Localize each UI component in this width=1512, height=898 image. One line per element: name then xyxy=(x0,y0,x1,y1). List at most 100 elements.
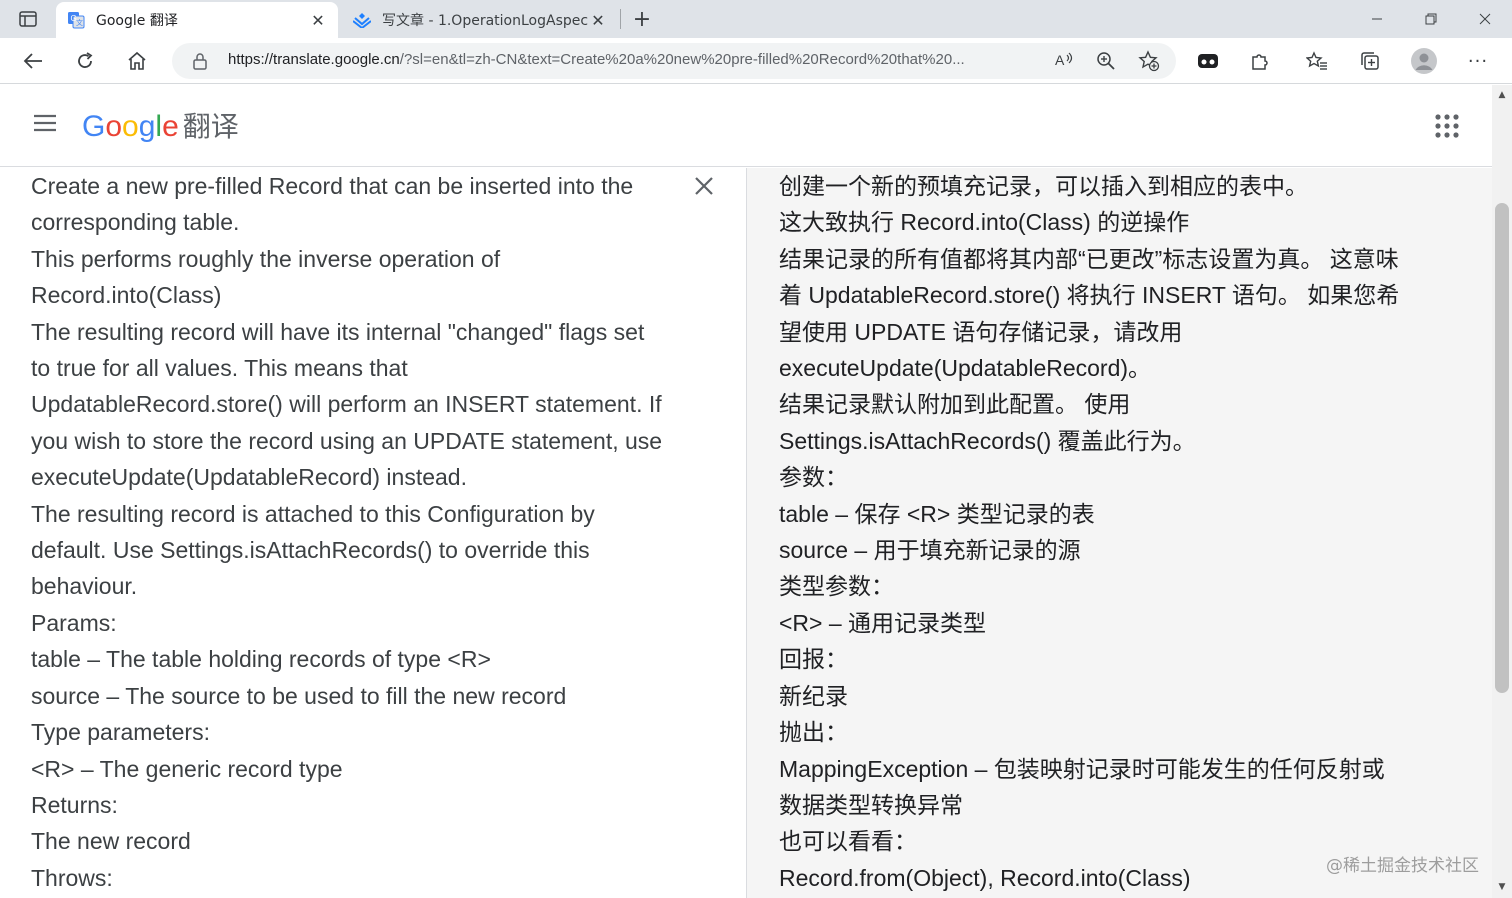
address-bar[interactable]: https://translate.google.cn/?sl=en&tl=zh… xyxy=(172,43,1176,79)
source-textarea[interactable]: Create a new pre-filled Record that can … xyxy=(31,168,681,896)
back-button[interactable] xyxy=(16,44,50,78)
profile-button[interactable] xyxy=(1407,44,1441,78)
lock-icon xyxy=(192,52,208,74)
close-icon xyxy=(1479,13,1491,25)
add-favorite-icon[interactable] xyxy=(1138,50,1160,76)
logo-letter: o xyxy=(122,110,139,143)
scroll-down-icon[interactable]: ▼ xyxy=(1492,879,1512,895)
extension-mask-icon xyxy=(1198,54,1218,68)
source-line: Params: xyxy=(31,609,117,636)
source-line: This performs roughly the inverse operat… xyxy=(31,245,501,272)
google-translate-icon: G文 xyxy=(66,10,86,30)
translation-line: 结果记录默认附加到此配置。 使用 xyxy=(779,391,1131,418)
svg-text:文: 文 xyxy=(76,18,83,27)
translation-line: 这大致执行 Record.into(Class) 的逆操作 xyxy=(779,209,1190,236)
translation-line: table – 保存 <R> 类型记录的表 xyxy=(779,500,1095,527)
restore-button[interactable] xyxy=(1404,0,1458,38)
minimize-button[interactable] xyxy=(1350,0,1404,38)
page-header: Google 翻译 xyxy=(0,85,1492,167)
watermark: @稀土掘金技术社区 xyxy=(1326,856,1479,876)
juejin-icon xyxy=(352,10,372,30)
translation-line: 参数： xyxy=(779,464,848,491)
source-line: default. Use Settings.isAttachRecords() … xyxy=(31,537,590,564)
translation-line: source – 用于填充新记录的源 xyxy=(779,537,1081,564)
url-host: https://translate.google.cn xyxy=(228,51,400,68)
tab-write-article[interactable]: 写文章 - 1.OperationLogAspect ✕ xyxy=(342,2,618,38)
logo-letter: o xyxy=(105,110,123,143)
translation-line: 抛出： xyxy=(779,719,848,746)
source-line: Create a new pre-filled Record that can … xyxy=(31,173,634,199)
close-icon xyxy=(695,177,713,195)
logo-letter: g xyxy=(138,110,156,143)
translation-line: 回报： xyxy=(779,646,848,673)
avatar xyxy=(1411,48,1437,74)
tab-strip: G文 Google 翻译 ✕ 写文章 - 1.OperationLogAspec… xyxy=(0,0,1512,38)
source-line: The new record xyxy=(31,828,191,855)
collections-button[interactable] xyxy=(1353,44,1387,78)
translation-line: 新纪录 xyxy=(779,682,848,709)
page-scrollbar[interactable]: ▲ ▼ xyxy=(1492,85,1512,898)
settings-menu-button[interactable]: ··· xyxy=(1461,44,1495,78)
scroll-up-icon[interactable]: ▲ xyxy=(1492,87,1512,103)
url-text[interactable]: https://translate.google.cn/?sl=en&tl=zh… xyxy=(228,51,1048,68)
refresh-button[interactable] xyxy=(68,44,102,78)
product-name: 翻译 xyxy=(182,111,239,142)
tab-google-translate[interactable]: G文 Google 翻译 ✕ xyxy=(56,2,338,38)
source-line: Throws: xyxy=(31,864,113,891)
extensions-button[interactable] xyxy=(1243,44,1277,78)
tab-actions-icon xyxy=(19,11,37,27)
logo-letter: l xyxy=(155,110,163,143)
close-window-button[interactable] xyxy=(1458,0,1512,38)
read-aloud-icon[interactable]: A xyxy=(1054,50,1074,74)
google-translate-logo[interactable]: Google 翻译 xyxy=(82,105,239,145)
extension-button[interactable] xyxy=(1191,44,1225,78)
translation-line: 望使用 UPDATE 语句存储记录，请改用 xyxy=(779,318,1183,345)
clear-source-button[interactable] xyxy=(690,172,718,200)
translation-panel: 创建一个新的预填充记录，可以插入到相应的表中。 这大致执行 Record.int… xyxy=(746,168,1492,898)
tab-close-icon[interactable]: ✕ xyxy=(308,10,328,30)
apps-grid-icon[interactable] xyxy=(1434,113,1462,141)
arrow-left-icon xyxy=(23,53,42,69)
refresh-icon xyxy=(78,52,93,68)
source-line: UpdatableRecord.store() will perform an … xyxy=(31,391,662,418)
translation-line: Settings.isAttachRecords() 覆盖此行为。 xyxy=(779,427,1196,454)
home-icon xyxy=(128,51,146,70)
puzzle-icon xyxy=(1252,54,1268,70)
translation-line: MappingException – 包装映射记录时可能发生的任何反射或 xyxy=(779,755,1385,782)
zoom-icon[interactable] xyxy=(1096,51,1116,75)
source-line: <R> – The generic record type xyxy=(31,755,343,782)
minimize-icon xyxy=(1372,18,1382,20)
new-tab-button[interactable]: + xyxy=(628,6,656,32)
logo-letter: e xyxy=(162,110,179,143)
tab-title: Google 翻译 xyxy=(96,13,178,29)
favorites-icon xyxy=(1306,51,1327,70)
source-line: Type parameters: xyxy=(31,719,210,746)
logo-letter: G xyxy=(82,110,106,143)
translation-line: 类型参数： xyxy=(779,573,894,600)
translation-line: executeUpdate(UpdatableRecord)。 xyxy=(779,355,1152,382)
scrollbar-thumb[interactable] xyxy=(1495,203,1509,693)
tab-separator xyxy=(620,9,621,29)
source-line: The resulting record is attached to this… xyxy=(31,500,595,527)
favorites-button[interactable] xyxy=(1300,44,1334,78)
tab-close-icon[interactable]: ✕ xyxy=(588,10,608,30)
source-line: The resulting record will have its inter… xyxy=(31,318,645,345)
source-line: corresponding table. xyxy=(31,209,240,236)
svg-text:A: A xyxy=(1055,52,1065,68)
restore-icon xyxy=(1425,13,1437,25)
source-line: table – The table holding records of typ… xyxy=(31,646,491,673)
source-line: source – The source to be used to fill t… xyxy=(31,682,567,709)
translation-line: 数据类型转换异常 xyxy=(779,791,963,818)
tab-title: 写文章 - 1.OperationLogAspect xyxy=(382,13,588,29)
source-line: to true for all values. This means that xyxy=(31,355,408,382)
translation-line: <R> – 通用记录类型 xyxy=(779,609,987,636)
menu-icon[interactable] xyxy=(32,113,60,137)
source-panel: Create a new pre-filled Record that can … xyxy=(0,168,746,898)
home-button[interactable] xyxy=(120,44,154,78)
source-line: Returns: xyxy=(31,791,118,818)
collections-icon xyxy=(1361,52,1379,70)
tab-actions-button[interactable] xyxy=(8,6,48,32)
source-line: executeUpdate(UpdatableRecord) instead. xyxy=(31,464,467,491)
translation-line: 着 UpdatableRecord.store() 将执行 INSERT 语句。… xyxy=(779,282,1400,309)
translation-line: 创建一个新的预填充记录，可以插入到相应的表中。 xyxy=(779,173,1308,199)
